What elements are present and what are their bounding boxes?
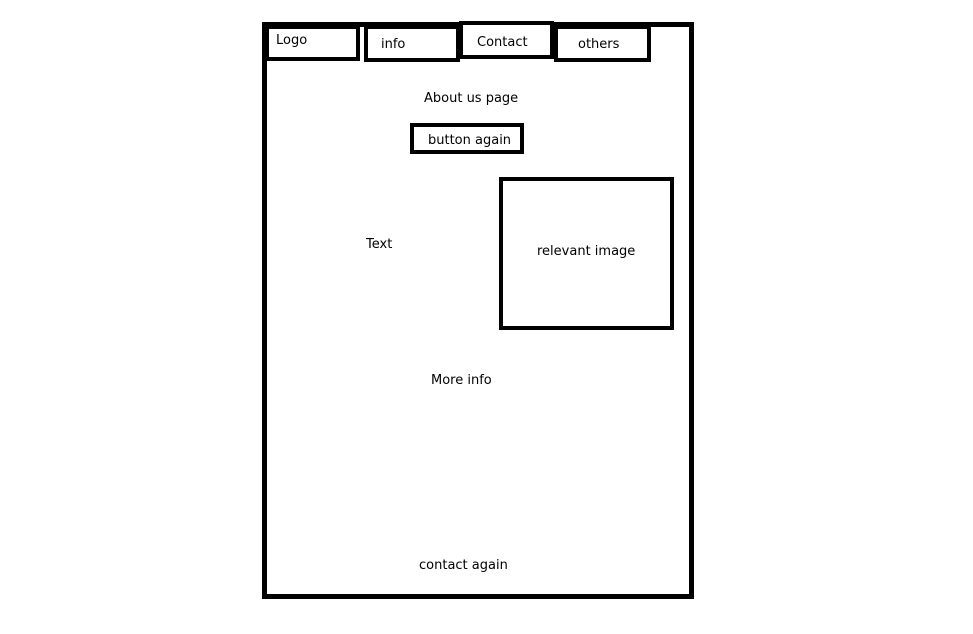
again-button-label: button again <box>428 133 512 148</box>
contact-again-text: contact again <box>419 558 508 573</box>
relevant-image-label: relevant image <box>537 244 636 259</box>
nav-tab-contact-label: Contact <box>477 35 528 50</box>
page-title: About us page <box>424 91 519 106</box>
nav-tab-info[interactable] <box>364 25 460 62</box>
more-info-text: More info <box>431 373 492 388</box>
body-text: Text <box>366 237 393 252</box>
nav-tab-others-label: others <box>578 37 620 52</box>
logo-label: Logo <box>276 33 308 48</box>
nav-tab-info-label: info <box>381 37 406 52</box>
